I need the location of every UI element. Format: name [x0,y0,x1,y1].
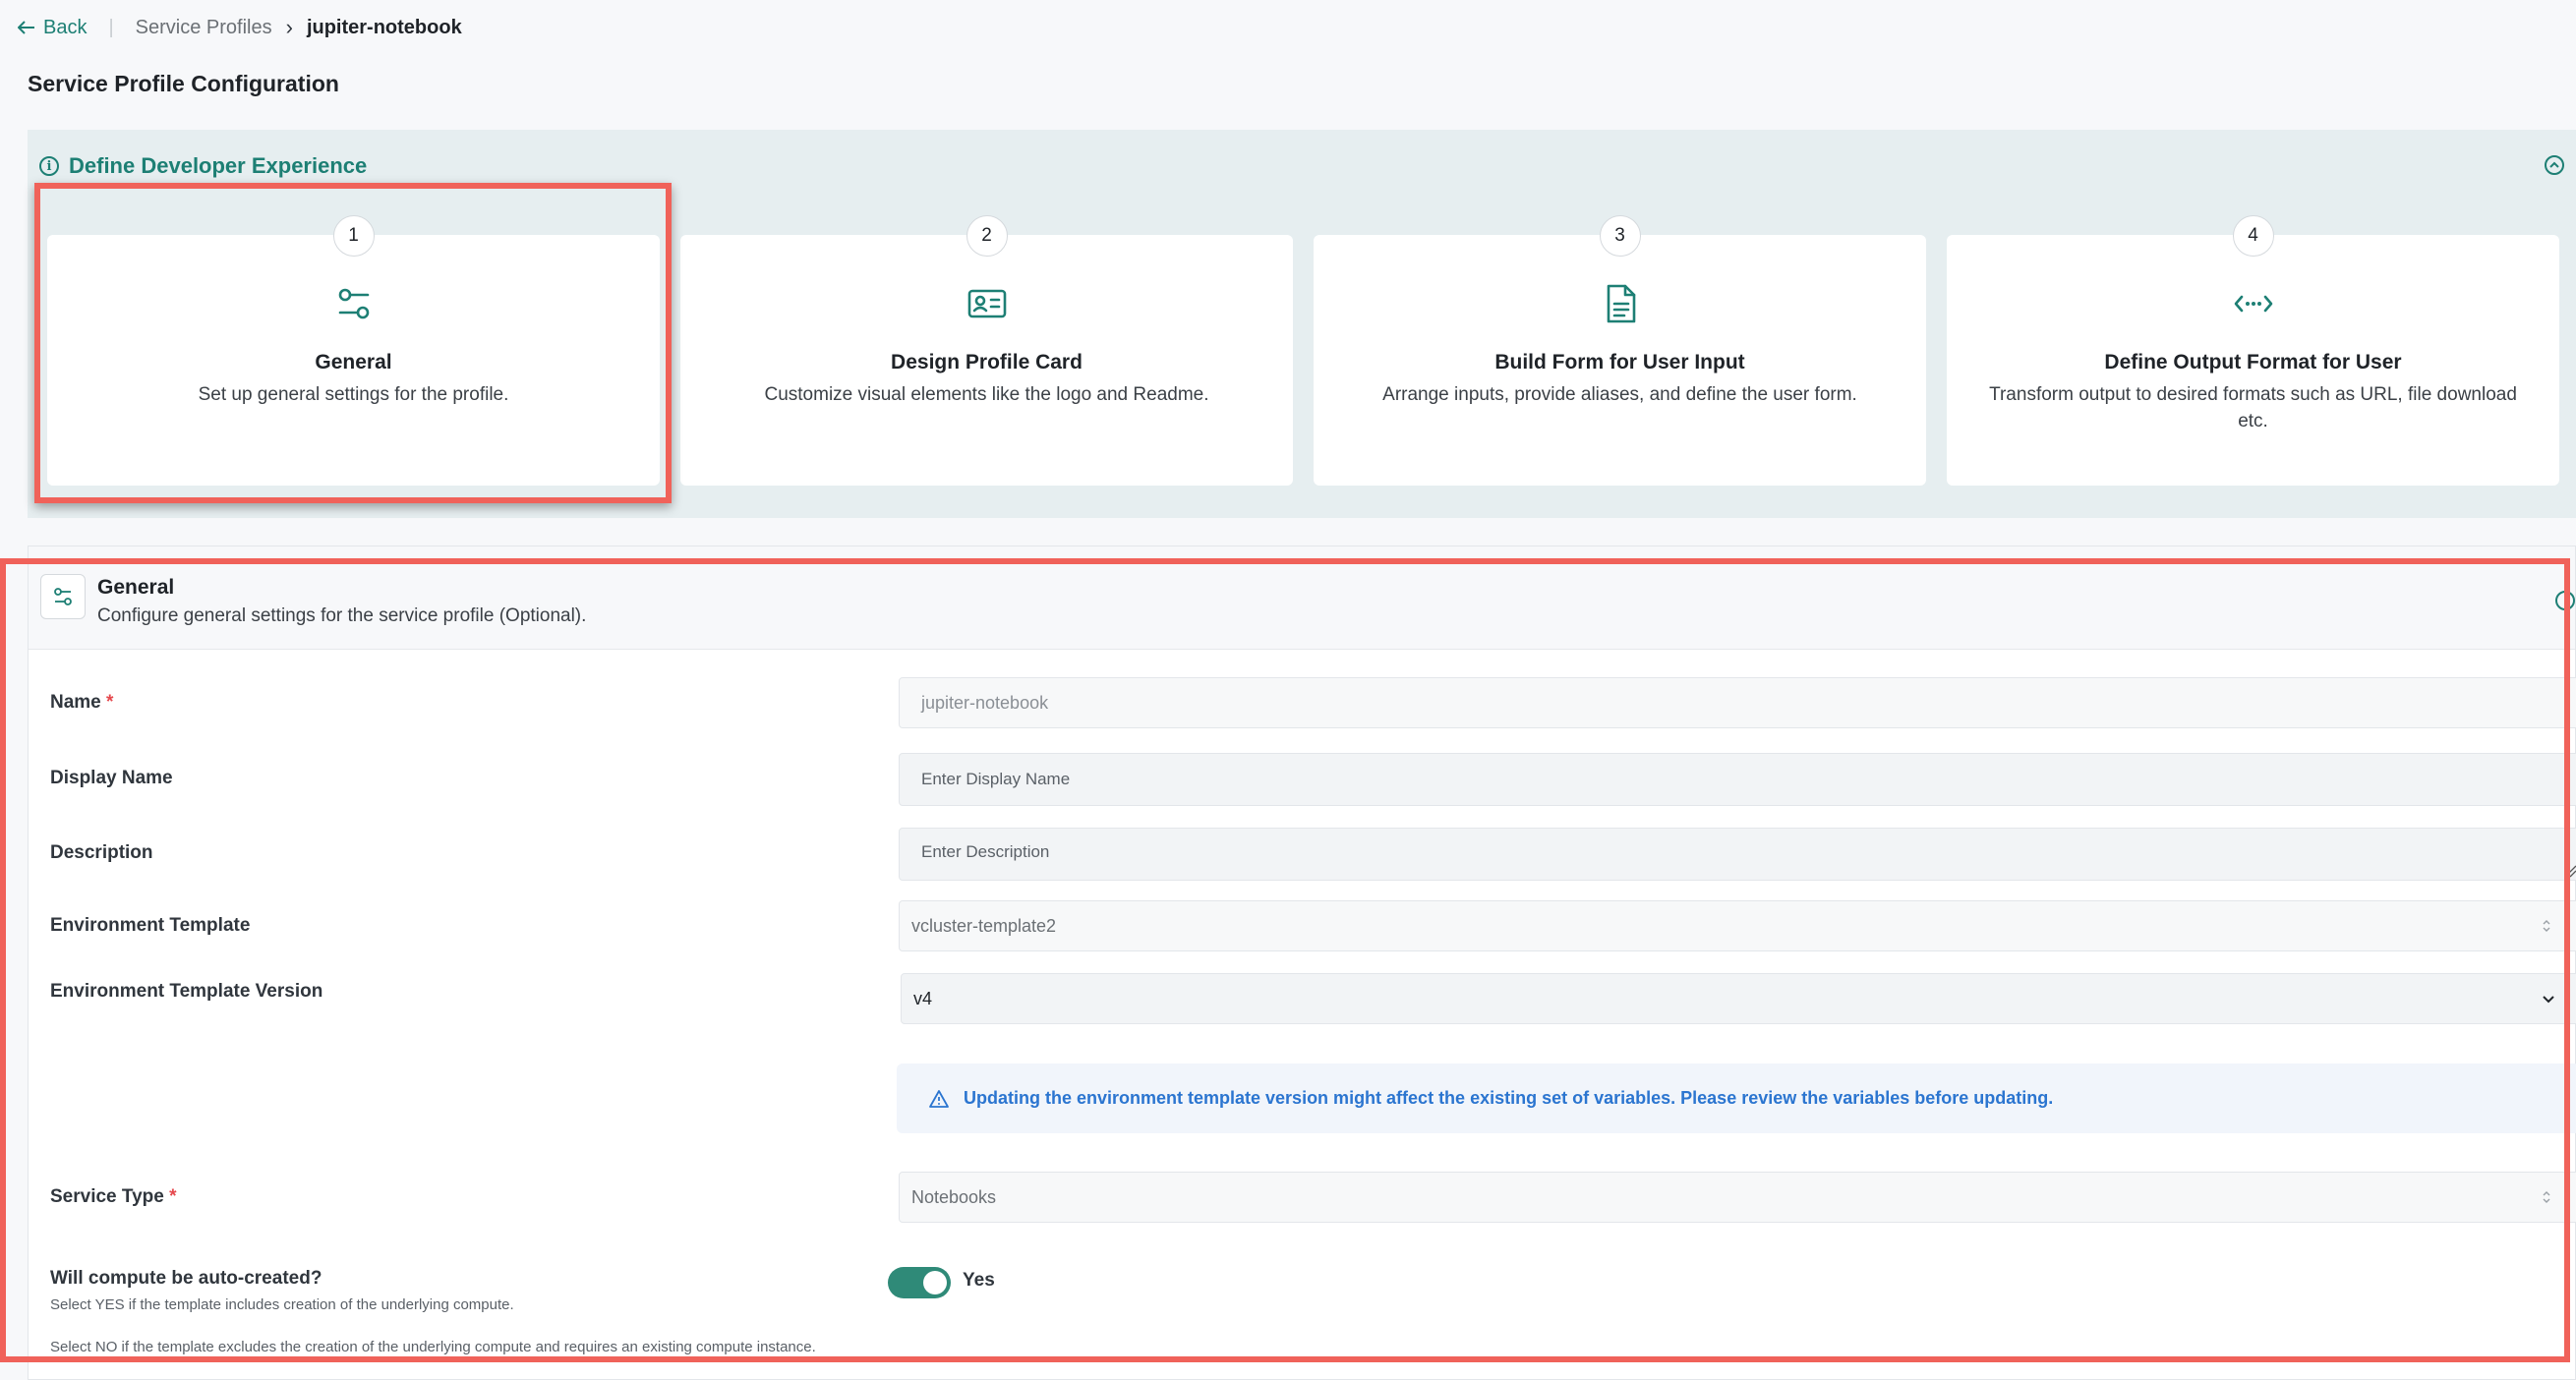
page-title: Service Profile Configuration [28,71,339,96]
step-title: Define Output Format for User [2104,351,2402,374]
version-warning-notice: Updating the environment template versio… [897,1064,2576,1133]
service-type-value: Notebooks [911,1186,997,1207]
display-name-input[interactable]: Enter Display Name [899,753,2576,806]
required-mark: * [106,692,114,713]
auto-create-toggle[interactable] [888,1267,951,1298]
display-name-label: Display Name [50,768,173,788]
breadcrumb: Back | Service Profiles › jupiter-notebo… [0,0,2576,55]
code-arrows-icon [2234,295,2272,313]
breadcrumb-separator: | [108,16,114,38]
step-card-build-form[interactable]: 3 Build Form for User Input Arrange inpu… [1314,215,1926,486]
name-label: Name * [50,692,113,714]
select-arrows-icon [2543,1191,2550,1203]
step-card-design-profile[interactable]: 2 Design Profile Card Customize visual e… [680,215,1293,486]
step-number: 3 [1599,215,1641,257]
step-number: 4 [2232,215,2274,257]
id-card-icon [967,289,1006,318]
environment-template-value: vcluster-template2 [911,915,1057,936]
step-description: Customize visual elements like the logo … [764,384,1209,405]
developer-experience-header[interactable]: i Define Developer Experience [39,153,367,179]
step-title: Build Form for User Input [1494,351,1745,374]
breadcrumb-service-profiles[interactable]: Service Profiles [136,17,272,39]
service-type-label-text: Service Type [50,1186,164,1207]
step-number: 1 [332,215,375,257]
general-title: General [97,576,175,599]
step-description: Set up general settings for the profile. [198,384,509,405]
general-subtitle: Configure general settings for the servi… [97,605,587,626]
environment-template-version-select[interactable]: v4 [901,973,2576,1024]
steps-list: 1 General Set up general settings for th… [47,215,2559,486]
description-placeholder: Enter Description [921,842,1050,861]
collapse-icon[interactable] [2555,591,2575,610]
collapse-icon[interactable] [2545,155,2564,175]
auto-create-help-no: Select NO if the template excludes the c… [50,1339,816,1355]
chevron-down-icon [2543,996,2554,1004]
name-value: jupiter-notebook [921,692,1049,713]
warning-icon [929,1089,949,1108]
service-type-label: Service Type * [50,1186,177,1208]
environment-template-version-value: v4 [913,988,933,1008]
name-field: jupiter-notebook [899,677,2576,728]
environment-template-select: vcluster-template2 [899,900,2576,951]
auto-create-help-yes: Select YES if the template includes crea… [50,1296,514,1313]
document-icon [1607,284,1635,323]
name-label-text: Name [50,692,101,713]
sliders-icon [338,288,369,319]
general-section: General Configure general settings for t… [28,546,2576,1380]
service-type-select: Notebooks [899,1172,2576,1223]
step-description: Arrange inputs, provide aliases, and def… [1382,384,1857,405]
environment-template-version-label: Environment Template Version [50,981,323,1002]
back-label: Back [43,16,88,38]
toggle-knob [923,1271,947,1294]
description-label: Description [50,842,153,863]
developer-experience-panel: i Define Developer Experience 1 General … [28,130,2576,518]
required-mark: * [169,1186,177,1207]
version-warning-text: Updating the environment template versio… [964,1088,2054,1108]
developer-experience-title: Define Developer Experience [69,153,368,178]
step-card-general[interactable]: 1 General Set up general settings for th… [47,215,660,486]
select-arrows-icon [2543,920,2550,932]
auto-create-label: Will compute be auto-created? [50,1268,322,1289]
resize-handle-icon[interactable] [2563,864,2576,878]
description-textarea[interactable]: Enter Description [899,828,2576,881]
auto-create-toggle-label: Yes [963,1270,995,1291]
breadcrumb-current: jupiter-notebook [306,16,462,38]
arrow-left-icon [18,21,34,34]
step-card-output-format[interactable]: 4 Define Output Format for User Transfor… [1947,215,2559,486]
step-description: Transform output to desired formats such… [1989,384,2517,431]
step-title: General [315,351,392,374]
back-button[interactable]: Back [18,17,87,39]
sliders-icon [40,574,86,619]
chevron-right-icon: › [285,15,293,39]
display-name-placeholder: Enter Display Name [921,770,1071,788]
step-title: Design Profile Card [891,351,1083,374]
general-header[interactable]: General Configure general settings for t… [29,546,2575,650]
info-icon: i [39,156,59,176]
step-number: 2 [966,215,1008,257]
environment-template-label: Environment Template [50,915,251,936]
